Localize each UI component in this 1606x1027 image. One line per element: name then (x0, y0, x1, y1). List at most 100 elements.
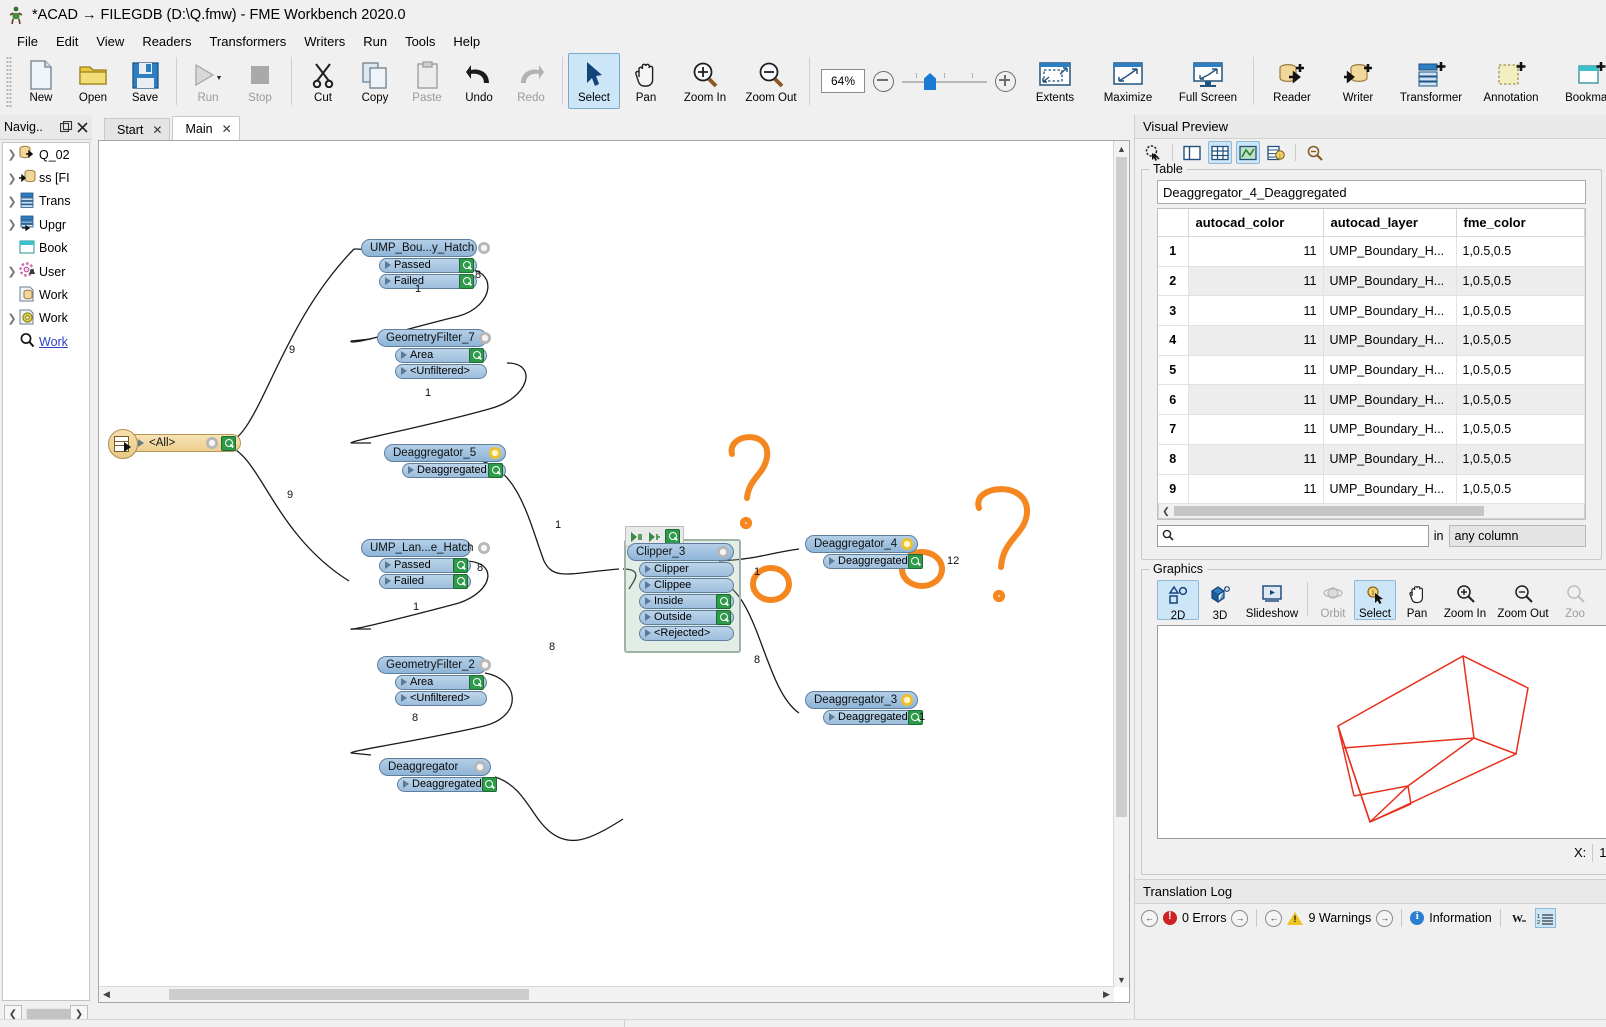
tab-main[interactable]: Main ✕ (172, 116, 240, 140)
scroll-left-icon[interactable]: ❮ (1159, 506, 1173, 517)
next-warning-button[interactable]: → (1376, 909, 1394, 927)
node-port-unfiltered[interactable]: <Unfiltered> (395, 690, 487, 706)
save-button[interactable]: Save (119, 53, 171, 109)
search-column-select[interactable]: any column (1448, 525, 1586, 548)
gear-icon[interactable] (901, 538, 914, 550)
nav-item-writer[interactable]: ❯ ss [FI (3, 166, 89, 189)
inspect-magnifier-icon[interactable] (453, 557, 468, 573)
add-annotation-button[interactable]: Annotation (1471, 53, 1551, 109)
node-header[interactable]: Deaggregator (379, 758, 491, 776)
tab-start[interactable]: Start ✕ (104, 118, 171, 140)
inspect-magnifier-icon[interactable] (716, 609, 731, 625)
nav-item-workspace-parameters[interactable]: ❯ Work (3, 307, 89, 330)
table-col-autocad-layer[interactable]: autocad_layer (1323, 209, 1457, 237)
menu-help[interactable]: Help (444, 31, 489, 52)
canvas-vertical-scrollbar[interactable]: ▲ ▼ (1113, 141, 1129, 987)
chevron-right-icon[interactable]: ❯ (5, 148, 19, 161)
zoom-slider[interactable] (902, 71, 987, 91)
table-row[interactable]: 511UMP_Boundary_H...1,0.5,0.5U (1158, 355, 1585, 386)
zoom-in-tool-button[interactable]: Zoom In (672, 53, 738, 109)
slideshow-button[interactable]: Slideshow (1241, 580, 1303, 620)
node-port-inside[interactable]: Inside (639, 593, 734, 609)
canvas-node-deaggregator[interactable]: Deaggregator Deaggregated (379, 758, 497, 792)
node-port-clipper[interactable]: Clipper (639, 561, 734, 577)
workspace-canvas[interactable]: <All> UMP_Bou...y_Hatch Passed Failed Ge… (99, 141, 1129, 1002)
nav-item-workspace-resources[interactable]: Work (3, 283, 89, 306)
inspect-magnifier-icon[interactable] (469, 674, 484, 690)
node-port-area[interactable]: Area (395, 347, 487, 363)
node-header[interactable]: GeometryFilter_7 (377, 329, 491, 347)
canvas-vscroll-thumb[interactable] (1116, 157, 1127, 817)
add-bookmark-button[interactable]: Bookmark (1551, 53, 1606, 109)
chevron-right-icon[interactable]: ❯ (5, 195, 19, 208)
zoom-level-field[interactable]: 64% (821, 69, 865, 93)
run-button[interactable]: Run (182, 53, 234, 109)
node-port-passed[interactable]: Passed (379, 257, 477, 273)
chevron-right-icon[interactable]: ❯ (5, 172, 19, 185)
table-row[interactable]: 811UMP_Boundary_H...1,0.5,0.5U (1158, 444, 1585, 475)
node-port-rejected[interactable]: <Rejected> (639, 625, 734, 641)
table-row[interactable]: 311UMP_Boundary_H...1,0.5,0.5U (1158, 295, 1585, 327)
scroll-down-icon[interactable]: ▼ (1114, 972, 1129, 987)
table-col-fme-color[interactable]: fme_color (1456, 209, 1585, 237)
nav-item-workspace-search[interactable]: Work (3, 330, 89, 353)
gear-icon[interactable] (477, 542, 490, 554)
open-button[interactable]: Open (67, 53, 119, 109)
view-2d-button[interactable]: 2D (1157, 579, 1199, 622)
canvas-node-source[interactable]: <All> (108, 429, 241, 459)
canvas-node-deaggregator-5[interactable]: Deaggregator_5 Deaggregated (384, 444, 506, 478)
node-port-deaggregated[interactable]: Deaggregated (823, 709, 923, 725)
canvas-node-geometryfilter-7[interactable]: GeometryFilter_7 Area <Unfiltered> (377, 329, 491, 379)
new-button[interactable]: New (15, 53, 67, 109)
scroll-up-icon[interactable]: ▲ (1114, 141, 1129, 156)
canvas-hscroll-thumb[interactable] (169, 989, 529, 1000)
maximize-button[interactable]: Maximize (1088, 53, 1168, 109)
float-panel-icon[interactable] (59, 120, 73, 134)
table-row[interactable]: 111UMP_Boundary_H...1,0.5,0.5U (1158, 236, 1585, 267)
nav-item-bookmarks[interactable]: Book (3, 237, 89, 260)
node-header[interactable]: Clipper_3 (627, 543, 734, 561)
view-3d-button[interactable]: 3D (1199, 580, 1241, 622)
extents-button[interactable]: Extents (1022, 53, 1088, 109)
inspect-magnifier-icon[interactable] (469, 347, 484, 363)
line-numbers-icon[interactable]: 12 (1534, 908, 1556, 929)
word-wrap-icon[interactable]: W (1509, 908, 1530, 928)
full-screen-button[interactable]: Full Screen (1168, 53, 1248, 109)
graphics-view-icon[interactable] (1236, 141, 1260, 164)
menu-edit[interactable]: Edit (47, 31, 87, 52)
menu-writers[interactable]: Writers (295, 31, 354, 52)
workspace-canvas-container[interactable]: <All> UMP_Bou...y_Hatch Passed Failed Ge… (98, 140, 1130, 1003)
nav-item-q02[interactable]: ❯ Q_02 (3, 143, 89, 166)
table-row[interactable]: 611UMP_Boundary_H...1,0.5,0.5U (1158, 384, 1585, 416)
zoom-search-icon[interactable] (1303, 141, 1327, 164)
canvas-node-clipper-3[interactable]: Clipper_3 Clipper Clippee Inside Outside… (627, 543, 734, 641)
node-header[interactable]: UMP_Bou...y_Hatch (361, 239, 491, 257)
inspect-magnifier-icon[interactable] (221, 435, 236, 451)
graphics-zoom-in-button[interactable]: Zoom In (1438, 580, 1492, 620)
navigator-tree[interactable]: ❯ Q_02 ❯ ss [FI ❯ Trans ❯ Upgr Book ❯ Us… (2, 142, 90, 1001)
gear-icon[interactable] (206, 437, 218, 449)
zoom-slider-thumb[interactable] (924, 73, 936, 90)
zoom-out-tool-button[interactable]: Zoom Out (738, 53, 804, 109)
node-port-clippee[interactable]: Clippee (639, 577, 734, 593)
canvas-node-ump-boundary-hatch[interactable]: UMP_Bou...y_Hatch Passed Failed (361, 239, 491, 289)
table-col-rownum[interactable] (1158, 209, 1189, 237)
node-header[interactable]: UMP_Lan...e_Hatch (361, 539, 490, 557)
nav-item-upgrade[interactable]: ❯ Upgr (3, 213, 89, 236)
inspect-magnifier-icon[interactable] (453, 573, 468, 589)
add-transformer-button[interactable]: Transformer (1391, 53, 1471, 109)
gear-icon[interactable] (478, 332, 491, 344)
node-header[interactable]: Deaggregator_5 (384, 444, 506, 462)
zoom-minus-icon[interactable] (873, 70, 894, 92)
close-icon[interactable] (76, 121, 89, 134)
table-row[interactable]: 411UMP_Boundary_H...1,0.5,0.5U (1158, 325, 1585, 356)
table-row[interactable]: 211UMP_Boundary_H...1,0.5,0.5U (1158, 266, 1585, 297)
canvas-horizontal-scrollbar[interactable]: ◀ ▶ (99, 986, 1114, 1002)
gear-icon[interactable] (478, 659, 491, 671)
graphics-pan-button[interactable]: Pan (1396, 580, 1438, 620)
pan-tool-button[interactable]: Pan (620, 53, 672, 109)
graphics-zoom-out-button[interactable]: Zoom Out (1492, 580, 1554, 620)
undo-button[interactable]: Undo (453, 53, 505, 109)
zoom-plus-icon[interactable] (995, 70, 1016, 92)
gear-icon[interactable] (489, 447, 501, 459)
